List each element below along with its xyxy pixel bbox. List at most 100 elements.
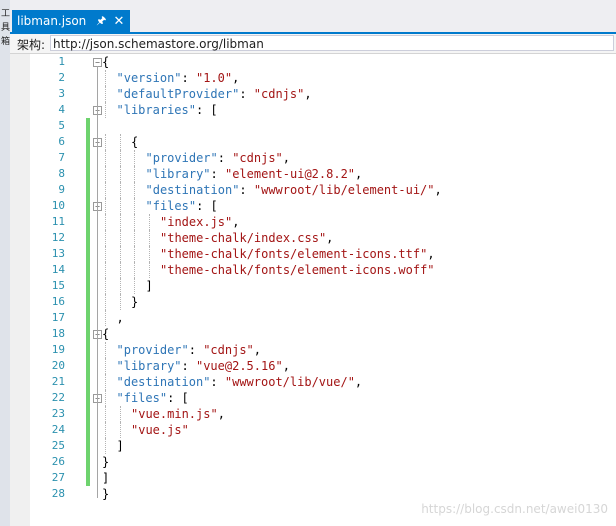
code-line[interactable]: 2 "version": "1.0", xyxy=(30,70,616,86)
indent-guide xyxy=(119,150,121,166)
code-line[interactable]: 16} xyxy=(30,294,616,310)
code-line[interactable]: 20 "library": "vue@2.5.16", xyxy=(30,358,616,374)
code-line[interactable]: 8 "library": "element-ui@2.8.2", xyxy=(30,166,616,182)
code-line[interactable]: 26} xyxy=(30,454,616,470)
indent-guide xyxy=(105,278,106,294)
code-line[interactable]: 4−"libraries": [ xyxy=(30,102,616,118)
side-glyph: 工 xyxy=(1,9,11,19)
indent-guide xyxy=(119,262,121,278)
json-punctuation: , xyxy=(116,311,124,325)
code-line[interactable]: 22−"files": [ xyxy=(30,390,616,406)
code-line[interactable]: 24 "vue.js" xyxy=(30,422,616,438)
change-indicator xyxy=(86,342,90,358)
code-editor[interactable]: 1−{2 "version": "1.0", 3 "defaultProvider":… xyxy=(30,54,616,526)
code-line[interactable]: 11 "index.js", xyxy=(30,214,616,230)
code-text: "version": "1.0", xyxy=(117,70,240,86)
indent-guide xyxy=(105,102,106,118)
json-key: "files" xyxy=(145,199,197,213)
indent-guide xyxy=(105,182,106,198)
watermark: https://blog.csdn.net/awei0130 xyxy=(421,502,608,516)
indent-guide xyxy=(105,422,106,438)
code-line[interactable]: 6−{ xyxy=(30,134,616,150)
line-number: 22 xyxy=(51,391,65,404)
json-punctuation: , xyxy=(232,215,240,229)
code-line[interactable]: 1−{ xyxy=(30,54,616,70)
side-glyph: 箱 xyxy=(1,37,11,47)
code-text: "provider": "cdnjs", xyxy=(146,150,291,166)
json-punctuation: ] xyxy=(102,471,110,485)
json-punctuation: : xyxy=(217,151,233,165)
code-line[interactable]: 21 "destination": "wwwroot/lib/vue/", xyxy=(30,374,616,390)
line-number: 14 xyxy=(51,263,65,276)
code-line[interactable]: 17, xyxy=(30,310,616,326)
code-text: "index.js", xyxy=(160,214,239,230)
json-punctuation: , xyxy=(304,87,312,101)
pin-icon[interactable]: 🖈︎ xyxy=(96,12,106,31)
json-punctuation: : xyxy=(210,167,225,181)
code-text: "library": "vue@2.5.16", xyxy=(117,358,290,374)
change-indicator xyxy=(86,294,90,310)
schema-bar: 架构: http://json.schemastore.org/libman xyxy=(10,34,616,54)
line-number: 9 xyxy=(58,183,65,196)
line-number: 16 xyxy=(51,295,65,308)
indent-guide xyxy=(134,246,135,262)
json-punctuation: , xyxy=(282,359,290,373)
code-line[interactable]: 15] xyxy=(30,278,616,294)
code-line[interactable]: 23 "vue.min.js", xyxy=(30,406,616,422)
code-line[interactable]: 9 "destination": "wwwroot/lib/element-ui/… xyxy=(30,182,616,198)
line-number: 1 xyxy=(58,55,65,68)
change-indicator xyxy=(86,358,90,374)
code-text: "libraries": [ xyxy=(117,102,218,118)
json-string: "cdnjs" xyxy=(232,151,283,165)
close-icon[interactable]: ✕ xyxy=(113,14,124,29)
code-text: "files": [ xyxy=(117,390,189,406)
json-punctuation: ] xyxy=(116,439,124,453)
code-line[interactable]: 14 "theme-chalk/fonts/element-icons.woff" xyxy=(30,262,616,278)
line-number: 5 xyxy=(58,119,65,132)
line-number: 23 xyxy=(51,407,65,420)
code-text: ] xyxy=(117,438,124,454)
indent-guide xyxy=(105,86,106,102)
code-line[interactable]: 28} xyxy=(30,486,616,502)
code-line[interactable]: 18−{ xyxy=(30,326,616,342)
code-line[interactable]: 10−"files": [ xyxy=(30,198,616,214)
indent-guide xyxy=(119,166,121,182)
code-text: "destination": "wwwroot/lib/vue/", xyxy=(117,374,363,390)
change-indicator xyxy=(86,454,90,470)
line-number: 25 xyxy=(51,439,65,452)
line-number: 24 xyxy=(51,423,65,436)
json-string: "cdnjs" xyxy=(253,87,305,101)
code-line[interactable]: 25] xyxy=(30,438,616,454)
code-line[interactable]: 19 "provider": "cdnjs", xyxy=(30,342,616,358)
code-line[interactable]: 5 xyxy=(30,118,616,134)
schema-url-input[interactable]: http://json.schemastore.org/libman xyxy=(50,35,614,51)
line-number: 7 xyxy=(58,151,65,164)
code-text: "files": [ xyxy=(146,198,218,214)
tab-libman-json[interactable]: libman.json 🖈︎ ✕ xyxy=(12,10,130,32)
code-text: "theme-chalk/fonts/element-icons.woff" xyxy=(160,262,435,278)
line-number: 21 xyxy=(51,375,65,388)
code-text: , xyxy=(117,310,124,326)
json-punctuation: , xyxy=(253,343,262,357)
indent-guide xyxy=(105,166,106,182)
json-punctuation: } xyxy=(131,295,139,309)
code-text: { xyxy=(102,326,109,342)
json-punctuation: , xyxy=(232,71,240,85)
change-indicator xyxy=(86,134,90,150)
line-number: 18 xyxy=(51,327,65,340)
code-line[interactable]: 12 "theme-chalk/index.css", xyxy=(30,230,616,246)
line-number: 28 xyxy=(51,487,65,500)
code-line[interactable]: 27] xyxy=(30,470,616,486)
json-punctuation: , xyxy=(282,151,291,165)
change-indicator xyxy=(86,278,90,294)
json-punctuation: } xyxy=(102,455,110,469)
code-line[interactable]: 3 "defaultProvider": "cdnjs", xyxy=(30,86,616,102)
json-string: "theme-chalk/fonts/element-icons.ttf" xyxy=(160,247,428,261)
json-string: "theme-chalk/index.css" xyxy=(160,231,327,245)
json-string: "element-ui@2.8.2" xyxy=(224,167,356,181)
code-line[interactable]: 7 "provider": "cdnjs", xyxy=(30,150,616,166)
change-indicator xyxy=(86,326,90,342)
code-line[interactable]: 13 "theme-chalk/fonts/element-icons.ttf", xyxy=(30,246,616,262)
change-indicator xyxy=(86,182,90,198)
line-number: 6 xyxy=(58,135,65,148)
